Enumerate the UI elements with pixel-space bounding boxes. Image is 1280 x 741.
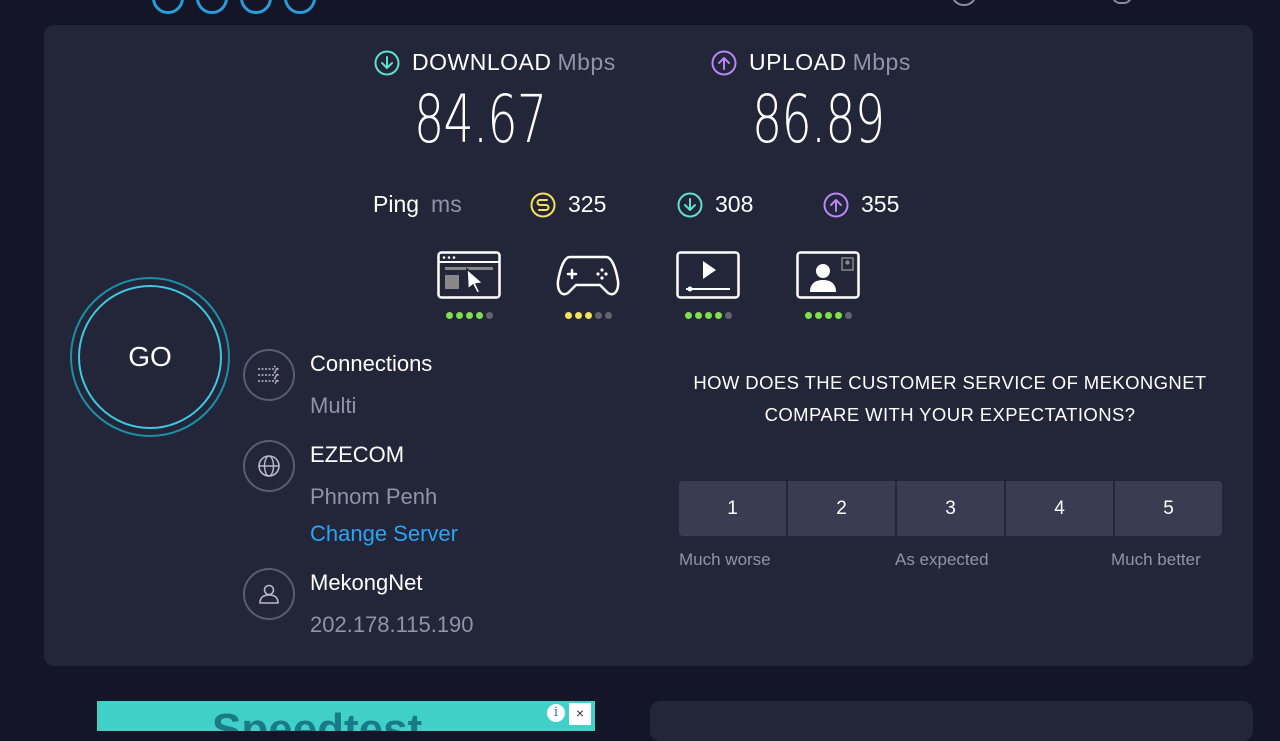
video-streaming-icon [676,251,740,299]
ad-close-icon[interactable]: × [569,703,591,725]
web-browsing-icon [437,251,501,299]
download-latency-icon [677,192,703,217]
rating-dot [445,312,453,319]
rating-dot [844,312,852,319]
upload-arrow-icon [711,50,737,75]
web-browsing-rating[interactable] [437,251,501,319]
rating-dot [465,312,473,319]
upload-latency-icon [823,192,849,217]
server-name: EZECOM [310,442,405,467]
rating-dot [604,312,612,319]
rating-dot [694,312,702,319]
settings-icon[interactable] [1112,0,1132,4]
speedtest-result-panel: DOWNLOAD Mbps 84.67 UPLOAD Mbps 86.89 Pi… [44,25,1253,666]
rating-option-2[interactable]: 2 [788,481,895,536]
download-header: DOWNLOAD Mbps [374,49,616,76]
rating-dot [834,312,842,319]
isp-user-icon [243,568,295,620]
rating-dot [594,312,602,319]
video-call-rating[interactable] [796,251,860,319]
upload-label: UPLOAD [749,49,847,75]
download-value: 84.67 [414,81,547,158]
rating-dots [676,312,740,319]
rating-dot [564,312,572,319]
rating-option-4[interactable]: 4 [1006,481,1113,536]
go-button-ring: GO [70,277,230,437]
ping-download: 308 [677,191,753,218]
rating-dot [475,312,483,319]
ping-row: Ping ms [373,191,462,218]
ping-unit: ms [431,191,462,217]
rating-dot [574,312,582,319]
advertisement-banner[interactable]: Speedtest i × [97,701,595,731]
connections-title: Connections [310,351,433,376]
scale-mid-label: As expected [895,550,989,569]
ping-idle-value: 325 [568,191,607,217]
top-circle-icon[interactable] [284,0,316,14]
isp-ip: 202.178.115.190 [310,612,474,637]
ad-info-icon[interactable]: i [547,704,565,722]
globe-icon [258,455,280,477]
ping-label: Ping [373,191,420,217]
rating-dot [455,312,463,319]
rating-option-1[interactable]: 1 [679,481,786,536]
rating-dot [485,312,493,319]
user-icon [259,584,279,604]
rating-dot [804,312,812,319]
secondary-panel [650,701,1253,741]
rating-dots [556,312,620,319]
download-label: DOWNLOAD [412,49,552,75]
scale-high-label: Much better [1111,550,1201,569]
rating-dots [796,312,860,319]
top-circle-icon[interactable] [240,0,272,14]
survey-rating: 1 2 3 4 5 [679,481,1222,536]
video-streaming-rating[interactable] [676,251,740,319]
survey-question: HOW DOES THE CUSTOMER SERVICE OF MEKONGN… [693,372,1207,425]
multi-arrows-icon [258,365,280,385]
ping-upload: 355 [823,191,899,218]
ping-download-value: 308 [715,191,754,217]
rating-dots [437,312,501,319]
rating-dot [684,312,692,319]
rating-dot [824,312,832,319]
ad-text: Speedtest [212,705,423,731]
scale-low-label: Much worse [679,550,771,569]
gaming-rating[interactable] [556,251,620,319]
rating-option-3[interactable]: 3 [897,481,1004,536]
connections-value: Multi [310,393,357,418]
change-server-link[interactable]: Change Server [310,521,458,547]
upload-header: UPLOAD Mbps [711,49,911,76]
download-unit: Mbps [557,49,616,75]
idle-latency-icon [530,192,556,217]
rating-dot [714,312,722,319]
rating-dot [724,312,732,319]
gaming-icon [556,255,620,296]
top-circle-icon[interactable] [196,0,228,14]
go-button[interactable]: GO [78,285,222,429]
connections-icon[interactable] [243,349,295,401]
upload-unit: Mbps [852,49,911,75]
download-arrow-icon [374,50,400,75]
ping-upload-value: 355 [861,191,900,217]
rating-option-5[interactable]: 5 [1115,481,1222,536]
upload-value: 86.89 [752,81,885,158]
top-circle-icon[interactable] [152,0,184,14]
top-nav-icons [152,0,316,14]
rating-dot [704,312,712,319]
rating-dot [814,312,822,319]
isp-name: MekongNet [310,570,423,595]
ping-idle: 325 [530,191,606,218]
video-call-icon [796,251,860,299]
help-icon[interactable] [952,0,976,6]
server-location: Phnom Penh [310,484,438,509]
rating-dot [584,312,592,319]
server-globe-icon [243,440,295,492]
